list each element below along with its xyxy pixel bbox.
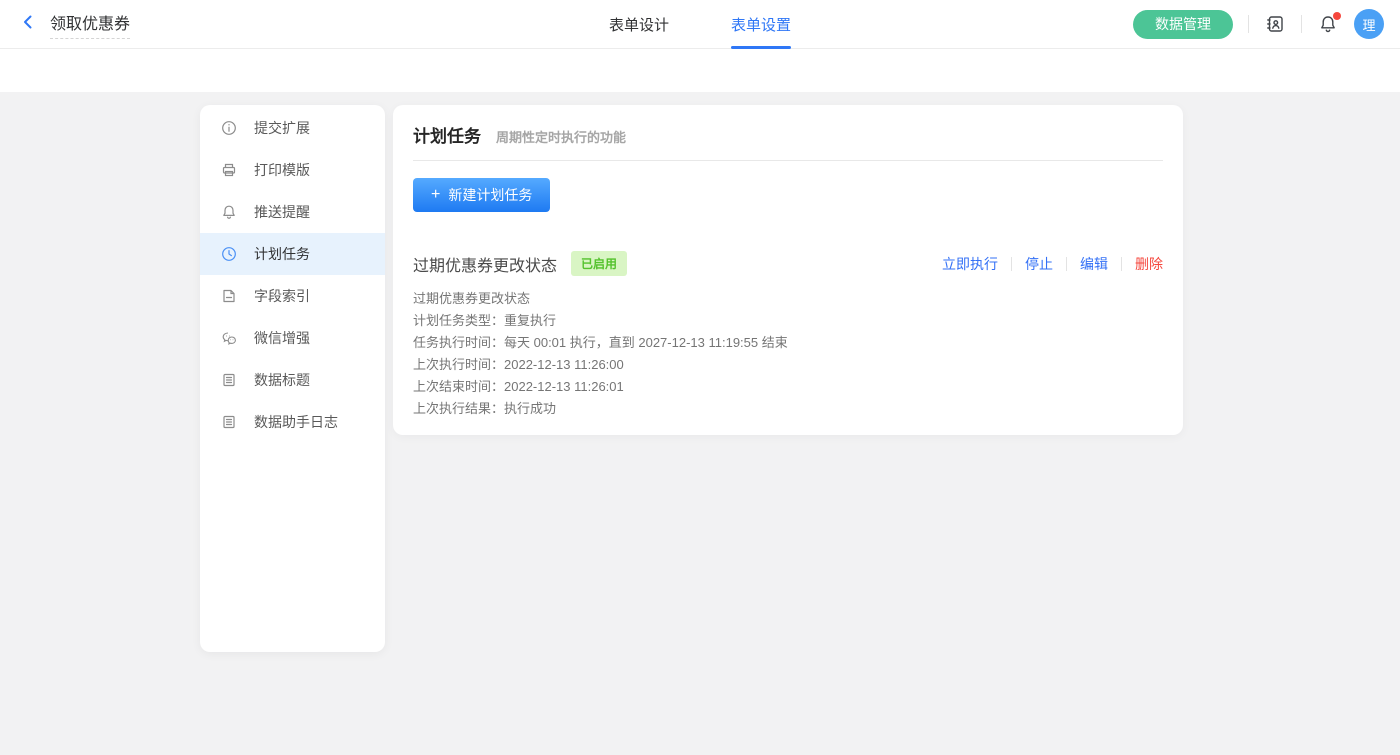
address-book-icon[interactable]	[1264, 13, 1286, 35]
edit-link[interactable]: 编辑	[1080, 254, 1108, 274]
task-name: 过期优惠券更改状态	[413, 252, 557, 276]
new-scheduled-task-button[interactable]: + 新建计划任务	[413, 178, 550, 212]
task-detail-last-result: 上次执行结果：执行成功	[413, 398, 1163, 420]
info-icon	[221, 120, 237, 136]
header-divider	[1301, 15, 1302, 33]
avatar[interactable]: 理	[1354, 9, 1384, 39]
task-detail-schedule: 任务执行时间：每天 00:01 执行，直到 2027-12-13 11:19:5…	[413, 332, 1163, 354]
sidebar-item-label: 数据助手日志	[254, 412, 338, 432]
task-detail-type: 计划任务类型：重复执行	[413, 310, 1163, 332]
action-divider	[1066, 257, 1067, 271]
sub-header-band	[0, 49, 1400, 92]
sidebar-item-submit-extension[interactable]: 提交扩展	[200, 107, 385, 149]
sidebar-item-data-assistant-log[interactable]: 数据助手日志	[200, 401, 385, 443]
unread-badge	[1333, 12, 1341, 20]
header-divider	[1248, 15, 1249, 33]
task-detail-description: 过期优惠券更改状态	[413, 288, 1163, 310]
file-icon	[221, 288, 237, 304]
panel-title: 计划任务	[413, 122, 481, 147]
form-title[interactable]: 领取优惠券	[50, 10, 130, 39]
wechat-icon	[221, 330, 237, 346]
bell-icon	[221, 204, 237, 220]
settings-sidebar: 提交扩展 打印模版 推送提醒	[200, 105, 385, 652]
sidebar-item-label: 打印模版	[254, 160, 310, 180]
sidebar-item-label: 数据标题	[254, 370, 310, 390]
task-actions: 立即执行 停止 编辑 删除	[942, 254, 1163, 274]
page: 领取优惠券 表单设计 表单设置 数据管理	[0, 0, 1400, 755]
new-task-button-label: 新建计划任务	[448, 185, 532, 205]
top-header: 领取优惠券 表单设计 表单设置 数据管理	[0, 0, 1400, 49]
sidebar-item-push-reminder[interactable]: 推送提醒	[200, 191, 385, 233]
header-right: 数据管理 理	[1133, 9, 1400, 39]
sidebar-item-field-index[interactable]: 字段索引	[200, 275, 385, 317]
action-divider	[1011, 257, 1012, 271]
sidebar-item-data-title[interactable]: 数据标题	[200, 359, 385, 401]
panel-subtitle: 周期性定时执行的功能	[496, 127, 626, 146]
task-details: 过期优惠券更改状态 计划任务类型：重复执行 任务执行时间：每天 00:01 执行…	[413, 288, 1163, 420]
tab-form-settings[interactable]: 表单设置	[731, 0, 791, 49]
scheduled-tasks-panel: 计划任务 周期性定时执行的功能 + 新建计划任务 过期优惠券更改状态 已启用 立…	[393, 105, 1183, 435]
sidebar-item-label: 推送提醒	[254, 202, 310, 222]
task-detail-last-end-time: 上次结束时间：2022-12-13 11:26:01	[413, 376, 1163, 398]
plus-icon: +	[431, 187, 440, 203]
back-icon[interactable]	[20, 14, 36, 34]
sidebar-item-wechat-enhance[interactable]: 微信增强	[200, 317, 385, 359]
sidebar-item-label: 字段索引	[254, 286, 310, 306]
delete-link[interactable]: 删除	[1135, 254, 1163, 274]
clock-icon	[221, 246, 237, 262]
sidebar-item-print-template[interactable]: 打印模版	[200, 149, 385, 191]
sidebar-item-label: 提交扩展	[254, 118, 310, 138]
panel-header: 计划任务 周期性定时执行的功能	[413, 122, 1163, 147]
status-badge: 已启用	[571, 251, 627, 276]
doc-list-icon	[221, 414, 237, 430]
panel-divider	[413, 160, 1163, 161]
sidebar-item-label: 计划任务	[254, 244, 310, 264]
notification-bell-icon[interactable]	[1317, 13, 1339, 35]
sidebar-item-label: 微信增强	[254, 328, 310, 348]
doc-list-icon	[221, 372, 237, 388]
data-manage-button[interactable]: 数据管理	[1133, 10, 1233, 39]
sidebar-item-scheduled-tasks[interactable]: 计划任务	[200, 233, 385, 275]
tab-form-design[interactable]: 表单设计	[609, 0, 669, 49]
stop-link[interactable]: 停止	[1025, 254, 1053, 274]
run-now-link[interactable]: 立即执行	[942, 254, 998, 274]
task-detail-last-run-time: 上次执行时间：2022-12-13 11:26:00	[413, 354, 1163, 376]
action-divider	[1121, 257, 1122, 271]
task-header-row: 过期优惠券更改状态 已启用 立即执行 停止 编辑 删除	[413, 251, 1163, 276]
printer-icon	[221, 162, 237, 178]
header-left: 领取优惠券	[0, 10, 130, 39]
